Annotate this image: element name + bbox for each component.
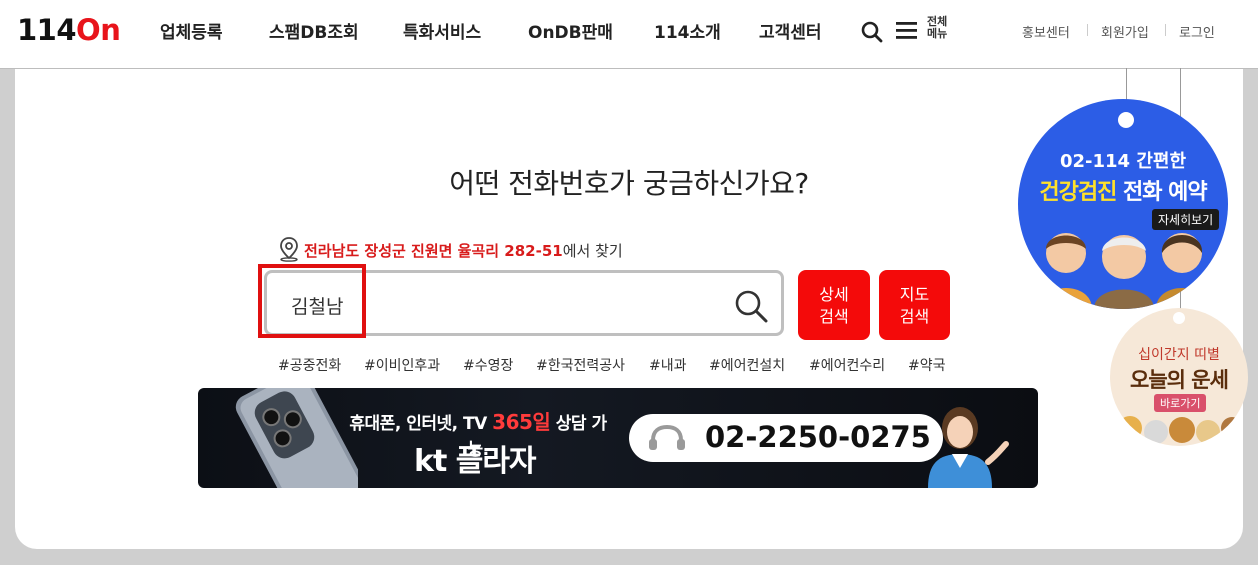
- search-box: [264, 270, 784, 336]
- map-search-line2: 검색: [899, 307, 930, 326]
- hang-hole: [1173, 312, 1185, 324]
- detail-search-line1: 상세: [819, 285, 849, 304]
- fortune-promo[interactable]: 십이간지 띠별 오늘의 운세 바로가기: [1110, 308, 1248, 446]
- tag-kepco[interactable]: #한국전력공사: [536, 355, 625, 375]
- consultant-illustration: [910, 394, 1010, 488]
- tag-public-phone[interactable]: #공중전화: [278, 355, 341, 375]
- location-address: 전라남도 장성군 진원면 율곡리 282-51: [304, 242, 563, 260]
- divider: [1087, 24, 1088, 36]
- detail-search-button[interactable]: 상세 검색: [798, 270, 870, 340]
- detail-search-line2: 검색: [819, 307, 849, 326]
- nav-ondb-sales[interactable]: OnDB판매: [528, 18, 613, 43]
- nav-spam-db-lookup[interactable]: 스팸DB조회: [269, 18, 359, 43]
- location-line[interactable]: 전라남도 장성군 진원면 율곡리 282-51에서 찾기: [278, 236, 623, 266]
- kt-plaza-banner[interactable]: 휴대폰, 인터넷, TV 365일 상담 가능. kt 플라자 02-2250-…: [198, 388, 1038, 488]
- tag-aircon-repair[interactable]: #에어컨수리: [809, 355, 885, 375]
- headset-icon: [647, 424, 687, 458]
- banner-brand: kt 플라자: [414, 444, 537, 479]
- nav-about-114[interactable]: 114소개: [654, 18, 721, 43]
- tag-swimming-pool[interactable]: #수영장: [463, 355, 513, 375]
- nav-special-services[interactable]: 특화서비스: [403, 18, 481, 43]
- zodiac-animals-illustration: [1118, 416, 1243, 444]
- health-promo-rest: 전화 예약: [1116, 180, 1208, 205]
- search-icon[interactable]: [860, 20, 884, 48]
- logo-114on[interactable]: 114On: [17, 13, 121, 47]
- tag-internal-medicine[interactable]: #내과: [649, 355, 687, 375]
- logo-part2: On: [76, 13, 121, 47]
- all-menu-label[interactable]: 전체 메뉴: [927, 16, 947, 40]
- banner-tagline-pre: 휴대폰, 인터넷, TV: [349, 414, 493, 434]
- map-search-line1: 지도: [899, 285, 930, 304]
- all-menu-line2: 메뉴: [927, 27, 948, 40]
- fortune-line1: 십이간지 띠별: [1138, 347, 1220, 363]
- fortune-line2: 오늘의 운세: [1130, 368, 1229, 392]
- banner-phone-number: 02-2250-0275: [705, 420, 931, 454]
- nav-business-register[interactable]: 업체등록: [160, 18, 223, 43]
- smartphone-image: [228, 388, 369, 488]
- health-promo-line1: 02-114 간편한: [1059, 151, 1187, 172]
- divider: [1165, 24, 1166, 36]
- link-signup[interactable]: 회원가입: [1101, 22, 1149, 41]
- link-promo-center[interactable]: 홍보센터: [1022, 22, 1070, 41]
- logo-part1: 114: [17, 13, 77, 47]
- nav-customer-center[interactable]: 고객센터: [759, 18, 822, 43]
- banner-phone-pill[interactable]: 02-2250-0275: [629, 414, 943, 462]
- tag-pharmacy[interactable]: #약국: [908, 355, 946, 375]
- search-input[interactable]: [289, 287, 713, 323]
- search-submit-icon[interactable]: [733, 288, 769, 328]
- tag-ent-clinic[interactable]: #이비인후과: [364, 355, 440, 375]
- elderly-people-illustration: [1040, 233, 1208, 309]
- location-suffix: 에서 찾기: [562, 242, 623, 260]
- hang-hole: [1118, 112, 1134, 128]
- link-login[interactable]: 로그인: [1179, 22, 1215, 41]
- location-pin-icon: [278, 236, 300, 266]
- top-header: 114On 업체등록 스팸DB조회 특화서비스 OnDB판매 114소개 고객센…: [0, 0, 1258, 69]
- banner-tagline-highlight: 365일: [492, 410, 551, 434]
- map-search-button[interactable]: 지도 검색: [879, 270, 950, 340]
- tag-aircon-install[interactable]: #에어컨설치: [709, 355, 785, 375]
- health-checkup-promo[interactable]: 02-114 간편한 건강검진 전화 예약 자세히보기: [1018, 99, 1228, 309]
- health-promo-line2: 건강검진 전화 예약: [1018, 174, 1228, 206]
- hamburger-menu-icon[interactable]: [896, 21, 918, 45]
- health-promo-highlight: 건강검진: [1039, 180, 1117, 205]
